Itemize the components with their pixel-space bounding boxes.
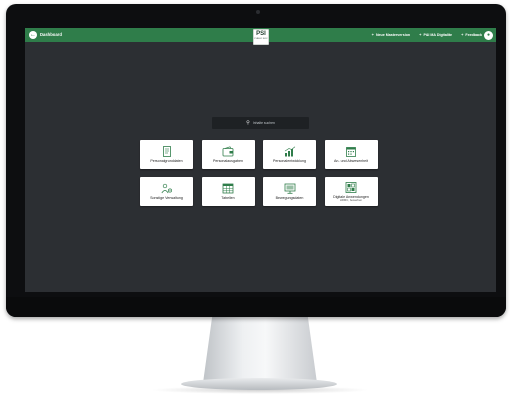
growth-chart-icon <box>284 146 295 157</box>
logo-text: PSI <box>256 31 266 37</box>
apps-icon <box>345 181 357 193</box>
tile-label: Sonstige Verwaltung <box>150 196 183 200</box>
people-gear-icon <box>161 183 172 194</box>
top-link-label: Neue Masterversion <box>375 32 411 37</box>
top-link-digitalite[interactable]: + P&I MA Digitalite <box>419 32 452 37</box>
calendar-icon <box>346 147 356 157</box>
wallet-icon <box>222 146 234 157</box>
tile-label: Personalentwicklung <box>273 159 306 163</box>
tile-personalentwicklung[interactable]: Personalentwicklung <box>263 140 316 169</box>
tile-label: Personalgrunddaten <box>150 159 183 163</box>
tile-sublabel: HRMC, bewerben <box>339 197 363 202</box>
tile-label: Bewegungsdaten <box>275 196 304 200</box>
monitor-icon <box>284 183 295 194</box>
search-placeholder: Inhalte suchen <box>252 121 275 125</box>
tile-label: Personalausgaben <box>213 159 243 163</box>
dashboard-link[interactable]: Dashboard <box>40 32 62 37</box>
top-link-label: Feedback <box>465 32 482 37</box>
top-link-feedback[interactable]: + Feedback <box>461 32 482 37</box>
plus-icon: + <box>371 32 374 37</box>
search-icon: ⚲ <box>246 119 250 126</box>
monitor-stand-base <box>181 378 337 390</box>
tile-tabellen[interactable]: Tabellen <box>201 177 255 206</box>
search-bar[interactable]: ⚲ Inhalte suchen <box>212 117 309 129</box>
tile-sonstige-verwaltung[interactable]: Sonstige Verwaltung <box>140 177 193 206</box>
monitor-chin <box>6 297 506 317</box>
tile-personalgrunddaten[interactable]: Personalgrunddaten <box>140 140 193 169</box>
tile-bewegungsdaten[interactable]: Bewegungsdaten <box>263 177 316 206</box>
document-icon <box>162 146 171 157</box>
plus-icon: + <box>419 32 422 37</box>
top-bar: ← Dashboard PSI PUBLIC SOC + Neue Master… <box>25 28 496 45</box>
camera-icon <box>256 10 260 14</box>
table-icon <box>222 183 234 194</box>
top-link-new-master[interactable]: + Neue Masterversion <box>372 32 411 37</box>
tile-label: Tabellen <box>221 196 235 200</box>
back-arrow-icon[interactable]: ← <box>29 31 37 39</box>
logo-subtext: PUBLIC SOC <box>254 38 268 40</box>
top-link-label: P&I MA Digitalite <box>423 32 453 37</box>
plus-icon: + <box>461 32 464 37</box>
chat-bubble-icon[interactable]: ● <box>484 30 493 40</box>
company-logo[interactable]: PSI PUBLIC SOC <box>253 29 269 45</box>
tile-an-und-abwesenheit[interactable]: An- und Abwesenheit <box>324 140 378 169</box>
tile-grid: Personalgrunddaten Personalausgaben Pers… <box>140 140 380 206</box>
top-links: + Neue Masterversion + P&I MA Digitalite… <box>372 32 482 37</box>
tile-personalausgaben[interactable]: Personalausgaben <box>201 140 255 169</box>
app-screen: ← Dashboard PSI PUBLIC SOC + Neue Master… <box>25 28 496 292</box>
monitor-stand <box>203 317 317 383</box>
tile-label: An- und Abwesenheit <box>334 159 368 163</box>
tile-digitale-anwendungen[interactable]: Digitale Anwendungen HRMC, bewerben <box>324 177 378 206</box>
